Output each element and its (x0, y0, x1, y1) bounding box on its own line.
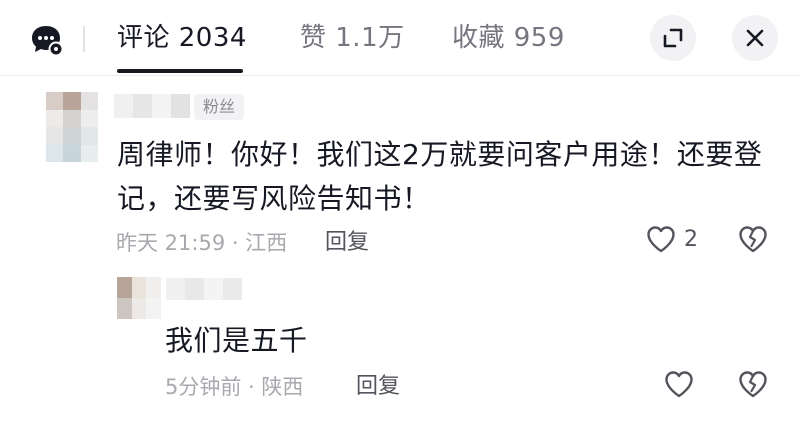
close-icon (746, 29, 764, 47)
header-divider (83, 26, 85, 52)
comment-settings-button[interactable] (28, 20, 68, 60)
dislike-button[interactable] (738, 225, 768, 253)
header-separator (0, 75, 800, 76)
reply-meta: 5分钟前 · 陕西 (165, 375, 304, 399)
username-redacted[interactable] (166, 278, 242, 300)
expand-icon (663, 28, 683, 48)
reply-button[interactable]: 回复 (356, 373, 400, 401)
comment-meta: 昨天 21:59 · 江西 (116, 231, 288, 255)
broken-heart-icon (739, 226, 767, 253)
like-button[interactable]: 2 (646, 225, 698, 253)
heart-icon (647, 226, 675, 253)
avatar[interactable] (46, 92, 98, 162)
comment-panel-header: 评论 2034 赞 1.1万 收藏 959 (0, 0, 800, 76)
tab-likes[interactable]: 赞 1.1万 (300, 20, 405, 56)
tab-comments[interactable]: 评论 2034 (117, 20, 247, 56)
reply-text: 我们是五千 (165, 324, 308, 357)
comment-text: 周律师！你好！我们这2万就要问客户用途！还要登记，还要写风险告知书！ (117, 138, 763, 215)
comment-settings-icon (32, 26, 64, 57)
dislike-button[interactable] (738, 370, 768, 398)
tab-favorites[interactable]: 收藏 959 (452, 20, 565, 56)
broken-heart-icon (739, 371, 767, 398)
fan-badge: 粉丝 (194, 94, 245, 120)
avatar[interactable] (117, 277, 161, 319)
heart-icon (665, 371, 693, 398)
like-button[interactable] (664, 370, 694, 398)
expand-button[interactable] (650, 15, 696, 61)
reply-button[interactable]: 回复 (325, 229, 369, 257)
like-count: 2 (684, 226, 698, 252)
active-tab-indicator (117, 69, 243, 73)
close-button[interactable] (732, 15, 778, 61)
username-redacted[interactable] (114, 94, 190, 118)
